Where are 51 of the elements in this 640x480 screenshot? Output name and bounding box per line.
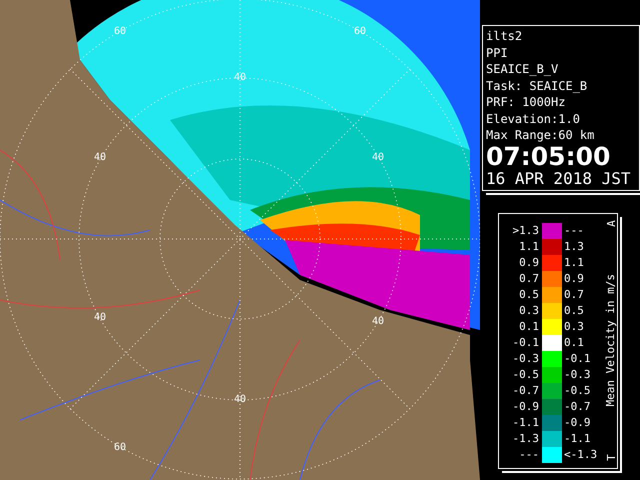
legend-value: -1.3 [512, 432, 540, 445]
legend-value: -1.1 [563, 432, 592, 445]
legend-value: 0.9 [518, 256, 540, 269]
legend-value: 0.1 [563, 336, 585, 349]
legend-value: 0.5 [518, 288, 540, 301]
legend-value: -0.5 [563, 384, 592, 397]
legend-value: 1.1 [563, 256, 585, 269]
time-text: 07:05:00 [486, 144, 612, 170]
legend-value: 1.3 [563, 240, 585, 253]
info-line: PPI [486, 44, 509, 61]
legend-title: Mean Velocity in m/s [604, 274, 618, 407]
legend-value: -0.7 [512, 384, 540, 397]
legend-mark: A [604, 220, 618, 226]
legend-value: -0.9 [512, 400, 540, 413]
legend-value: -0.1 [563, 352, 592, 365]
legend-value: --- [518, 448, 540, 461]
date-text: 16 APR 2018 JST [486, 170, 632, 188]
legend-value: 0.9 [563, 272, 585, 285]
range-ring-label: 40 [94, 153, 106, 163]
legend-value: >1.3 [512, 224, 540, 237]
info-line: SEAICE_B_V [486, 61, 560, 78]
info-line: Elevation:1.0 [486, 110, 581, 127]
range-ring-label: 60 [114, 443, 126, 453]
legend-value: -0.1 [512, 336, 540, 349]
legend-value: 0.7 [518, 272, 540, 285]
legend-mark: T [604, 454, 618, 462]
legend-value: 0.7 [563, 288, 585, 301]
legend-value: -0.7 [563, 400, 592, 413]
info-line: ilts2 [486, 28, 524, 44]
legend-value: <-1.3 [563, 448, 598, 461]
range-ring-label: 60 [114, 27, 126, 37]
info-line: Max Range:60 km [486, 127, 596, 144]
legend-value: -0.5 [512, 368, 540, 381]
range-ring-label: 40 [94, 313, 106, 323]
range-ring-label: 40 [372, 317, 384, 327]
legend-value: -0.9 [563, 416, 592, 429]
range-ring-label: 40 [234, 73, 246, 83]
range-ring-label: 40 [372, 153, 384, 163]
info-line: Task: SEAICE_B [486, 78, 588, 94]
legend-value: 0.5 [563, 304, 585, 317]
legend-value: -1.1 [512, 416, 540, 429]
legend-value: -0.3 [512, 352, 540, 365]
range-ring-label: 40 [234, 395, 246, 405]
info-line: PRF: 1000Hz [486, 94, 566, 110]
legend-value: -0.3 [563, 368, 592, 381]
legend-value: 0.3 [518, 304, 540, 317]
legend-value: --- [563, 224, 585, 237]
range-ring-label: 60 [354, 27, 366, 37]
legend-value: 0.1 [518, 320, 540, 333]
legend-value: 1.1 [518, 240, 540, 253]
legend-value: 0.3 [563, 320, 585, 333]
